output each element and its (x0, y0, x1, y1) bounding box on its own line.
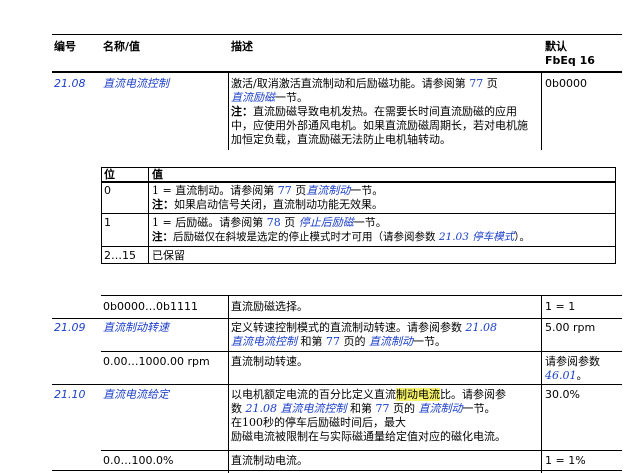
range-fbeq-2110: 1 = 1% (545, 454, 586, 467)
row-rule (101, 351, 622, 352)
row-rule (52, 384, 622, 385)
range-2108: 0b0000…0b1111 (103, 300, 198, 313)
range-fbeq-2109: 请参阅参数 46.01。 (545, 355, 600, 382)
bit-number: 1 (104, 216, 111, 229)
highlighted-text: 制动电流 (396, 388, 440, 401)
desc-line: 直流励磁一节。 (231, 91, 308, 104)
param-desc-2108: 激活/取消激活直流制动和后励磁功能。请参阅第 77 页 直流励磁一节。 注：直流… (231, 77, 537, 147)
param-default-2108: 0b0000 (545, 77, 587, 90)
header-default-line1: 默认 (545, 40, 567, 53)
range-desc-2109: 直流制动转速。 (231, 355, 308, 368)
param-default-2110: 30.0% (545, 388, 580, 401)
param-link-name[interactable]: 直流电流控制 (281, 402, 347, 415)
range-desc-2110: 直流制动电流。 (231, 454, 308, 467)
range-desc-2108: 直流励磁选择。 (231, 300, 308, 313)
param-desc-2109: 定义转速控制模式的直流制动转速。请参阅参数 21.08 直流电流控制 和第 77… (231, 321, 498, 348)
param-link-name[interactable]: 直流电流控制 (231, 335, 297, 348)
page-link[interactable]: 78 (267, 216, 281, 229)
section-link[interactable]: 直流制动 (369, 335, 413, 348)
header-col-default: 默认 FbEq 16 (545, 40, 595, 68)
page-link[interactable]: 77 (326, 335, 340, 348)
table-top-rule (52, 34, 622, 35)
param-name-2109: 直流制动转速 (103, 321, 169, 334)
col-rule (228, 73, 229, 150)
param-link-name[interactable]: 停车模式 (472, 231, 514, 243)
param-number-2108: 21.08 (54, 77, 86, 90)
col-rule (541, 73, 542, 150)
desc-line: 激活/取消激活直流制动和后励磁功能。请参阅第 77 页 (231, 77, 498, 90)
page-link[interactable]: 77 (376, 402, 390, 415)
row-rule (101, 450, 622, 451)
row-rule (52, 470, 622, 471)
col-rule (228, 295, 229, 473)
range-fbeq-2108: 1 = 1 (545, 300, 576, 313)
header-default-line2: FbEq 16 (545, 54, 595, 67)
param-link[interactable]: 46.01 (545, 369, 577, 382)
header-rule (52, 71, 622, 73)
section-link[interactable]: 直流制动 (419, 402, 463, 415)
param-link[interactable]: 21.08 (466, 321, 498, 334)
bit-value: 1 = 后励磁。请参阅第 78 页 停止后励磁一节。 注：后励磁仅在斜坡是选定的… (152, 216, 614, 244)
section-link[interactable]: 停止后励磁 (299, 216, 354, 229)
bit-number: 0 (104, 184, 111, 197)
row-rule (101, 295, 622, 296)
col-rule (541, 295, 542, 473)
bits-header-value: 值 (152, 168, 163, 181)
header-col-name: 名称/值 (103, 40, 141, 53)
row-rule (52, 318, 622, 319)
range-2110: 0.0…100.0% (103, 454, 174, 467)
note: 注：直流励磁导致电机发热。在需要长时间直流励磁的应用中，应使用外部通风电机。如果… (231, 105, 528, 146)
range-2109: 0.00…1000.00 rpm (103, 355, 210, 368)
bit-number: 2…15 (104, 249, 136, 262)
page-link[interactable]: 77 (278, 184, 292, 197)
section-link[interactable]: 直流励磁 (231, 91, 275, 104)
param-number-2109: 21.09 (54, 321, 86, 334)
header-col-no: 编号 (54, 40, 76, 53)
page-link[interactable]: 77 (469, 77, 483, 90)
bit-value: 1 = 直流制动。请参阅第 77 页直流制动一节。 注：如果启动信号关闭，直流制… (152, 184, 612, 212)
bit-value: 已保留 (152, 249, 185, 262)
bits-header-bit: 位 (104, 168, 115, 181)
section-link[interactable]: 直流制动 (306, 184, 350, 197)
param-number-2110: 21.10 (54, 388, 86, 401)
note: 注：后励磁仅在斜坡是选定的停止模式时才可用（请参阅参数 21.03 停车模式）。 (152, 231, 530, 243)
param-desc-2110: 以电机额定电流的百分比定义直流制动电流比。请参阅参 数 21.08 直流电流控制… (231, 388, 506, 443)
param-name-2110: 直流电流给定 (103, 388, 169, 401)
param-name-2108: 直流电流控制 (103, 77, 169, 90)
param-link[interactable]: 21.03 (439, 231, 469, 243)
header-col-desc: 描述 (231, 40, 253, 53)
param-link[interactable]: 21.08 (246, 402, 278, 415)
param-default-2109: 5.00 rpm (545, 321, 596, 334)
note: 注：如果启动信号关闭，直流制动功能无效果。 (152, 198, 383, 211)
